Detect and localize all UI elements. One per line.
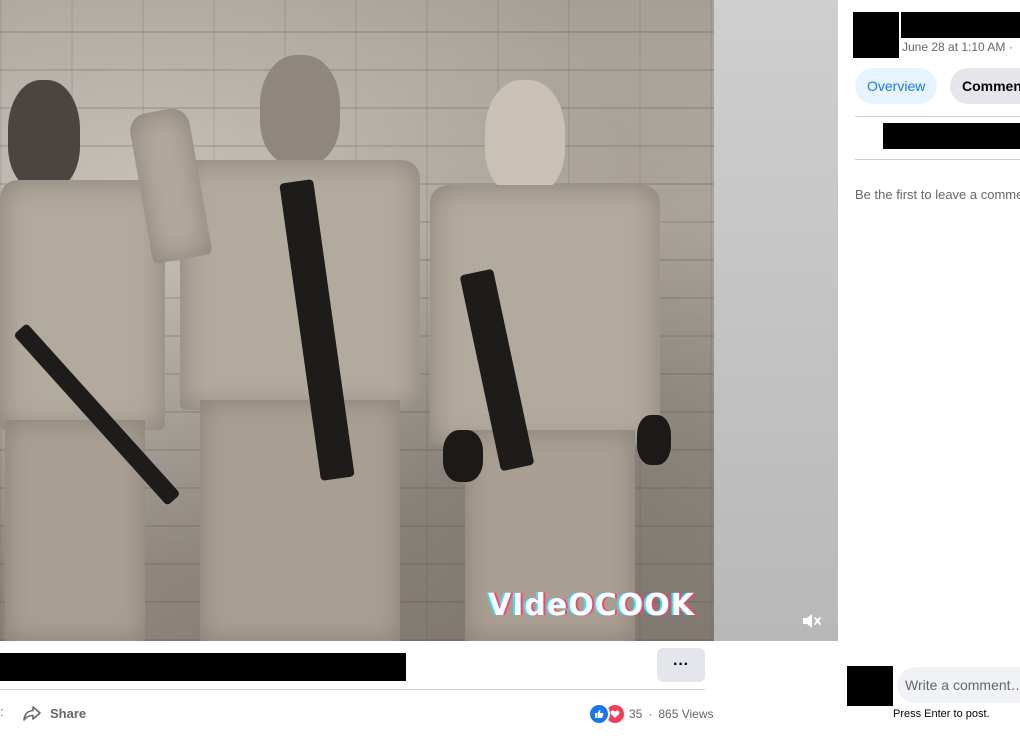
video-player[interactable]: VIdeOCOOK: [0, 0, 838, 641]
separator: ·: [648, 707, 653, 721]
share-label: Share: [50, 705, 87, 721]
empty-comments-message: Be the first to leave a comment.: [855, 187, 1020, 202]
post-timestamp[interactable]: June 28 at 1:10 AM ·: [902, 40, 1013, 54]
redacted-avatar[interactable]: [853, 12, 899, 58]
speaker-muted-icon: [803, 614, 821, 628]
view-count: 865 Views: [658, 707, 714, 721]
share-icon: [23, 706, 41, 721]
video-figure: [127, 50, 430, 641]
redacted-page-name[interactable]: [901, 12, 1020, 38]
video-figure: [425, 80, 675, 641]
post-stats: 35 · 865 Views: [588, 703, 714, 725]
tab-comments[interactable]: Comments: [950, 68, 1020, 104]
redacted-panel-content: [883, 123, 1020, 149]
like-icon[interactable]: [588, 703, 610, 725]
tab-overview[interactable]: Overview: [855, 68, 938, 104]
divider: [855, 159, 1020, 160]
truncated-action-label: :: [0, 704, 4, 719]
mute-button[interactable]: [800, 610, 824, 632]
redacted-caption: [0, 653, 406, 681]
redacted-commenter-avatar: [847, 666, 893, 706]
share-button[interactable]: Share: [22, 700, 86, 726]
enter-hint: Press Enter to post.: [893, 708, 990, 720]
reaction-count[interactable]: 35: [629, 707, 642, 721]
divider: [0, 689, 705, 690]
video-letterbox: [714, 0, 838, 641]
video-watermark: VIdeOCOOK: [488, 588, 695, 623]
divider: [855, 116, 1020, 117]
more-options-button[interactable]: ···: [657, 648, 705, 682]
comment-input[interactable]: [897, 667, 1020, 703]
video-frame[interactable]: VIdeOCOOK: [0, 0, 714, 641]
